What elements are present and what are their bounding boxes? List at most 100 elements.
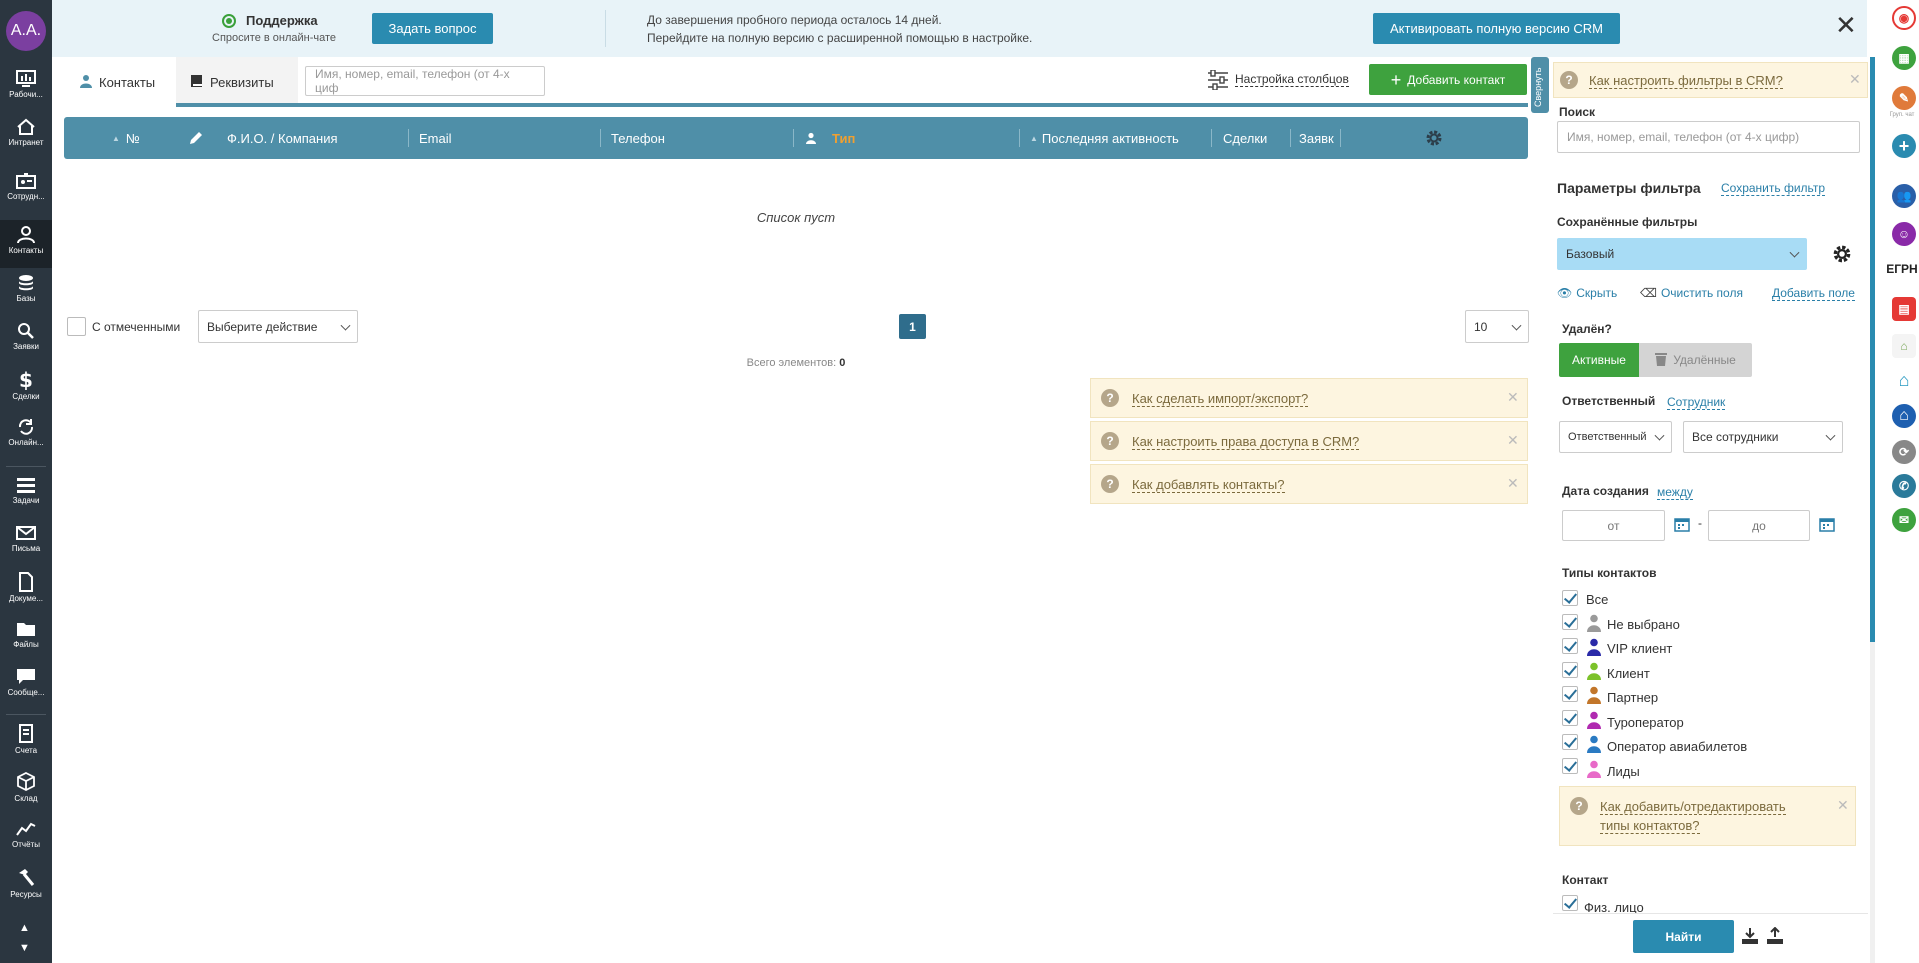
nav-deals[interactable]: $ Сделки xyxy=(0,364,52,412)
column-phone[interactable]: Телефон xyxy=(611,117,665,159)
mail-icon[interactable]: ✉ xyxy=(1892,508,1916,532)
nav-messages[interactable]: Сообще... xyxy=(0,662,52,710)
employee-link[interactable]: Сотрудник xyxy=(1667,395,1726,410)
tab-requisites[interactable]: Реквизиты xyxy=(190,57,298,107)
filter-search-input[interactable]: Имя, номер, email, телефон (от 4-х цифр) xyxy=(1557,121,1860,153)
column-last-activity[interactable]: ▲ Последняя активность xyxy=(1030,117,1179,159)
collapse-panel-button[interactable]: Свернуть xyxy=(1531,57,1549,113)
group-chat-icon[interactable]: ✎ xyxy=(1892,86,1916,110)
find-button[interactable]: Найти xyxy=(1633,920,1734,953)
help-link[interactable]: Как сделать импорт/экспорт? xyxy=(1132,391,1309,407)
type-checkbox[interactable] xyxy=(1562,686,1578,702)
type-checkbox[interactable] xyxy=(1562,614,1578,630)
upload-icon[interactable] xyxy=(1766,926,1784,948)
help-link[interactable]: Как настроить фильтры в CRM? xyxy=(1589,73,1783,89)
calendar-icon[interactable] xyxy=(1674,516,1690,535)
close-icon[interactable]: ✕ xyxy=(1835,10,1857,40)
scroll-down-icon[interactable]: ▼ xyxy=(19,942,30,954)
help-link[interactable]: Как настроить права доступа в CRM? xyxy=(1132,434,1360,450)
type-all-checkbox[interactable] xyxy=(1562,590,1578,606)
responsible-select[interactable]: Ответственный xyxy=(1559,421,1672,453)
page-button-current[interactable]: 1 xyxy=(899,314,926,339)
nav-desktop[interactable]: Рабочи... xyxy=(0,64,52,112)
type-checkbox[interactable] xyxy=(1562,662,1578,678)
per-page-select[interactable]: 10 xyxy=(1465,310,1529,343)
column-requests[interactable]: Заявк xyxy=(1299,117,1339,159)
close-icon[interactable]: ✕ xyxy=(1837,797,1849,814)
add-field-link[interactable]: Добавить поле xyxy=(1772,286,1855,301)
nav-requests[interactable]: Заявки xyxy=(0,316,52,364)
save-filter-link[interactable]: Сохранить фильтр xyxy=(1721,181,1826,196)
column-number[interactable]: ▲ № xyxy=(112,117,140,159)
scroll-up-icon[interactable]: ▲ xyxy=(19,922,30,934)
panel-scrollbar-thumb[interactable] xyxy=(1870,57,1875,642)
active-toggle-button[interactable]: Активные xyxy=(1559,343,1639,377)
column-name[interactable]: Ф.И.О. / Компания xyxy=(227,117,338,159)
gear-icon[interactable] xyxy=(1425,117,1443,159)
nav-files[interactable]: Файлы xyxy=(0,614,52,662)
nav-docs[interactable]: Докуме... xyxy=(0,566,52,614)
help-link-line2[interactable]: типы контактов? xyxy=(1600,818,1700,834)
type-checkbox[interactable] xyxy=(1562,758,1578,774)
nav-resources[interactable]: Ресурсы xyxy=(0,862,52,910)
ask-question-button[interactable]: Задать вопрос xyxy=(372,13,493,44)
nav-tasks[interactable]: Задачи xyxy=(0,470,52,518)
hide-filter-button[interactable]: 👁 Скрыть xyxy=(1557,286,1617,300)
registry-icon[interactable]: ▤ xyxy=(1892,297,1916,321)
clear-fields-button[interactable]: ⌫ Очистить поля xyxy=(1640,286,1743,300)
tab-contacts-active[interactable]: Контакты xyxy=(64,57,176,107)
help-link[interactable]: Как добавлять контакты? xyxy=(1132,477,1285,493)
gear-icon[interactable] xyxy=(1832,244,1852,267)
calendar-green-icon[interactable]: ▦ xyxy=(1892,46,1916,70)
bulk-action-select[interactable]: Выберите действие xyxy=(198,310,358,343)
nav-reports[interactable]: Отчёты xyxy=(0,814,52,862)
select-all-checkbox[interactable] xyxy=(67,317,86,336)
column-type[interactable]: Тип xyxy=(805,117,855,159)
support-icon[interactable]: ☺ xyxy=(1892,222,1916,246)
date-to-input[interactable]: до xyxy=(1708,510,1810,541)
download-icon[interactable] xyxy=(1741,927,1759,948)
phys-person-checkbox[interactable] xyxy=(1562,895,1578,911)
close-icon[interactable]: ✕ xyxy=(1849,71,1861,88)
activate-full-version-button[interactable]: Активировать полную версию CRM xyxy=(1373,13,1620,44)
phone-icon[interactable]: ✆ xyxy=(1892,474,1916,498)
type-checkbox[interactable] xyxy=(1562,638,1578,654)
type-checkbox[interactable] xyxy=(1562,734,1578,750)
search-input[interactable]: Имя, номер, email, телефон (от 4-х циф xyxy=(305,66,545,96)
calendar-icon[interactable] xyxy=(1819,516,1835,535)
close-icon[interactable]: ✕ xyxy=(1507,389,1519,406)
house-sale-icon[interactable]: ⌂ xyxy=(1892,334,1916,358)
saved-filter-select[interactable]: Базовый xyxy=(1557,238,1807,270)
add-contact-button[interactable]: + Добавить контакт xyxy=(1369,64,1527,95)
tab-label: Реквизиты xyxy=(210,74,274,90)
close-icon[interactable]: ✕ xyxy=(1507,432,1519,449)
deleted-toggle-button[interactable]: Удалённые xyxy=(1639,343,1752,377)
nav-invoices[interactable]: Счета xyxy=(0,718,52,766)
type-checkbox[interactable] xyxy=(1562,710,1578,726)
column-email[interactable]: Email xyxy=(419,117,452,159)
nav-contacts[interactable]: Контакты xyxy=(0,220,52,268)
all-staff-select[interactable]: Все сотрудники xyxy=(1683,421,1843,453)
add-icon[interactable]: + xyxy=(1892,134,1916,158)
column-settings-link[interactable]: Настройка столбцов xyxy=(1235,72,1349,87)
users-icon[interactable]: 👥 xyxy=(1892,184,1916,208)
nav-staff[interactable]: Сотрудн... xyxy=(0,166,52,214)
egrn-icon[interactable]: ЕГРН xyxy=(1885,262,1919,276)
help-link-line1[interactable]: Как добавить/отредактировать xyxy=(1600,799,1786,815)
avatar[interactable]: A.A. xyxy=(6,11,46,51)
date-from-input[interactable]: от xyxy=(1562,510,1665,541)
pencil-icon[interactable] xyxy=(188,117,204,159)
column-deals[interactable]: Сделки xyxy=(1223,117,1267,159)
nav-online[interactable]: Онлайн... xyxy=(0,412,52,460)
house-blue-icon[interactable]: ⌂ xyxy=(1892,404,1916,428)
sync-icon[interactable]: ⟳ xyxy=(1892,440,1916,464)
nav-mail[interactable]: Письма xyxy=(0,518,52,566)
house-outline-icon[interactable]: ⌂ xyxy=(1892,368,1916,392)
nav-bases[interactable]: Базы xyxy=(0,268,52,316)
sliders-icon[interactable] xyxy=(1207,69,1229,93)
notifications-icon[interactable]: ◉ xyxy=(1892,6,1916,30)
between-link[interactable]: между xyxy=(1657,485,1693,500)
nav-intranet[interactable]: Интранет xyxy=(0,112,52,160)
nav-warehouse[interactable]: Склад xyxy=(0,766,52,814)
close-icon[interactable]: ✕ xyxy=(1507,475,1519,492)
